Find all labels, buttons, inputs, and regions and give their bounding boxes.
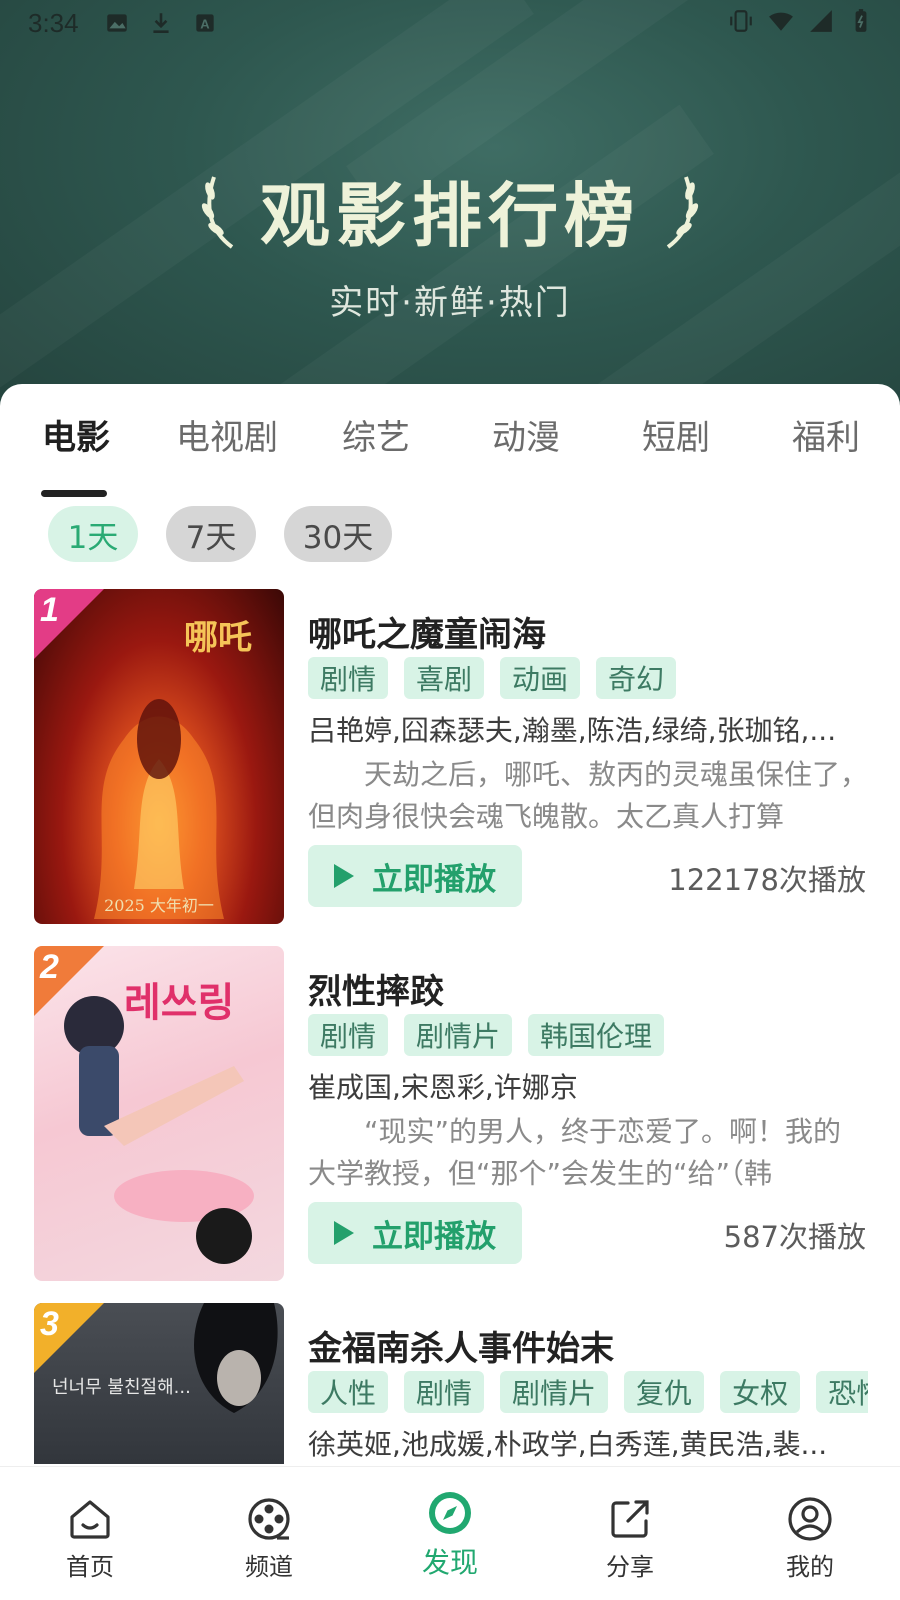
svg-text:넌너무 불친절해...: 넌너무 불친절해... <box>52 1377 191 1398</box>
text-notification-icon: A <box>196 14 214 32</box>
hero-banner: 3:34 A 观影排行榜 实时·新鲜·热门 <box>0 0 900 420</box>
play-now-label: 立即播放 <box>372 861 496 898</box>
tab-indicator <box>41 490 107 497</box>
ranking-item[interactable]: 레쓰링 2 烈性摔跤 剧情 剧情片 韩国伦理 崔成国,宋恩彩,许娜京 “现实”的… <box>0 946 900 1281</box>
period-filter: 1天 7天 30天 <box>48 506 392 562</box>
nav-home-label: 首页 <box>66 1553 114 1581</box>
genre-tag: 女权 <box>720 1371 801 1413</box>
ranking-item[interactable]: 哪吒 1 2025 大年初一 哪吒之魔童闹海 剧情 喜剧 动画 奇幻 吕艳婷,囧… <box>0 589 900 924</box>
cast-list: 崔成国,宋恩彩,许娜京 <box>308 1071 578 1104</box>
share-icon <box>611 1500 649 1538</box>
play-count: 122178次播放 <box>668 863 866 897</box>
ranking-list: 哪吒 1 2025 大年初一 哪吒之魔童闹海 剧情 喜剧 动画 奇幻 吕艳婷,囧… <box>0 589 900 1464</box>
description: “现实”的男人，终于恋爱了。啊！我的大学教授，但“那个”会发生的“给”（韩 <box>308 1115 842 1190</box>
play-icon <box>334 1221 354 1245</box>
description: 天劫之后，哪吒、敖丙的灵魂虽保住了，但肉身很快会魂飞魄散。太乙真人打算 <box>308 758 868 833</box>
genre-tag: 复仇 <box>624 1371 705 1413</box>
nav-discover[interactable]: 发现 <box>390 1467 510 1581</box>
genre-tag: 剧情 <box>404 1371 485 1413</box>
genre-tag: 剧情片 <box>500 1371 609 1413</box>
play-icon <box>334 864 354 888</box>
status-bar: 3:34 A <box>0 0 900 48</box>
compass-icon <box>429 1492 471 1534</box>
poster-image[interactable]: 哪吒 1 2025 大年初一 <box>34 589 284 924</box>
profile-icon <box>788 1497 832 1541</box>
battery-icon <box>855 9 867 32</box>
svg-text:A: A <box>200 16 210 31</box>
content-sheet: 电影 电视剧 综艺 动漫 短剧 福利 1天 7天 30天 哪吒 1 2025 大… <box>0 384 900 1600</box>
hero-title-row: 观影排行榜 <box>0 160 900 261</box>
genre-tag: 奇幻 <box>596 657 677 699</box>
play-now-label: 立即播放 <box>372 1218 496 1255</box>
cast-list: 徐英姬,池成媛,朴政学,白秀莲,黄民浩,裴... <box>308 1428 828 1461</box>
genre-tag: 喜剧 <box>404 657 485 699</box>
signal-icon <box>810 10 832 32</box>
genre-tag: 剧情 <box>308 657 389 699</box>
hero-subtitle: 实时·新鲜·热门 <box>329 283 571 323</box>
ranking-item[interactable]: 넌너무 불친절해... 3 金福南杀人事件始末 人性 剧情 剧情片 复仇 女权 … <box>0 1303 900 1464</box>
poster-caption: 2025 大年初一 <box>104 896 214 915</box>
genre-tag: 韩国伦理 <box>528 1014 665 1056</box>
nav-home[interactable]: 首页 <box>30 1467 150 1582</box>
play-count: 587次播放 <box>723 1220 866 1254</box>
tab-variety[interactable]: 综艺 <box>342 410 410 459</box>
item-title[interactable]: 哪吒之魔童闹海 <box>308 607 546 656</box>
play-now-button[interactable]: 立即播放 <box>308 1202 522 1264</box>
wifi-icon <box>769 12 793 31</box>
tab-anime[interactable]: 动漫 <box>492 410 560 459</box>
laurel-right-icon <box>666 175 699 249</box>
genre-tag: 恐怖 <box>816 1371 868 1413</box>
rank-number: 3 <box>40 1305 59 1343</box>
genre-tag: 剧情 <box>308 1014 389 1056</box>
nav-share[interactable]: 分享 <box>570 1467 690 1582</box>
tab-welfare[interactable]: 福利 <box>792 410 860 459</box>
category-tabs: 电影 电视剧 综艺 动漫 短剧 福利 <box>0 410 900 497</box>
play-now-button[interactable]: 立即播放 <box>308 845 522 907</box>
tab-movie[interactable]: 电影 <box>42 410 110 459</box>
home-icon <box>70 1500 110 1539</box>
svg-text:레쓰링: 레쓰링 <box>124 980 234 1026</box>
vibrate-icon <box>730 10 752 32</box>
tag-list: 剧情 喜剧 动画 奇幻 <box>308 657 868 699</box>
rank-number: 1 <box>40 591 59 629</box>
bottom-navigation: 首页 频道 发现 分享 我的 <box>0 1466 900 1600</box>
poster-image[interactable]: 레쓰링 2 <box>34 946 284 1281</box>
nav-discover-label: 发现 <box>421 1546 478 1579</box>
hero-title: 观影排行榜 <box>260 175 640 257</box>
download-icon <box>153 13 169 33</box>
nav-channel[interactable]: 频道 <box>209 1467 329 1582</box>
genre-tag: 人性 <box>308 1371 389 1413</box>
nav-mine-label: 我的 <box>786 1553 834 1581</box>
period-1-day[interactable]: 1天 <box>48 506 138 562</box>
svg-text:哪吒: 哪吒 <box>184 618 252 658</box>
tag-list: 剧情 剧情片 韩国伦理 <box>308 1014 868 1056</box>
tab-tv-series[interactable]: 电视剧 <box>176 410 278 459</box>
genre-tag: 动画 <box>500 657 581 699</box>
poster-image[interactable]: 넌너무 불친절해... 3 <box>34 1303 284 1464</box>
rank-number: 2 <box>40 948 59 986</box>
status-time: 3:34 <box>28 8 79 38</box>
nav-channel-label: 频道 <box>245 1553 293 1581</box>
nav-share-label: 分享 <box>606 1553 654 1581</box>
period-30-days[interactable]: 30天 <box>284 506 392 562</box>
image-notification-icon <box>107 14 127 32</box>
tab-short-drama[interactable]: 短剧 <box>642 410 710 459</box>
item-title[interactable]: 金福南杀人事件始末 <box>308 1321 614 1370</box>
film-reel-icon <box>248 1498 290 1540</box>
nav-mine[interactable]: 我的 <box>750 1467 870 1582</box>
cast-list: 吕艳婷,囧森瑟夫,瀚墨,陈浩,绿绮,张珈铭,... <box>308 714 837 747</box>
genre-tag: 剧情片 <box>404 1014 513 1056</box>
laurel-left-icon <box>201 175 234 249</box>
item-title[interactable]: 烈性摔跤 <box>308 964 444 1013</box>
tag-list: 人性 剧情 剧情片 复仇 女权 恐怖 <box>308 1371 868 1413</box>
period-7-days[interactable]: 7天 <box>166 506 256 562</box>
